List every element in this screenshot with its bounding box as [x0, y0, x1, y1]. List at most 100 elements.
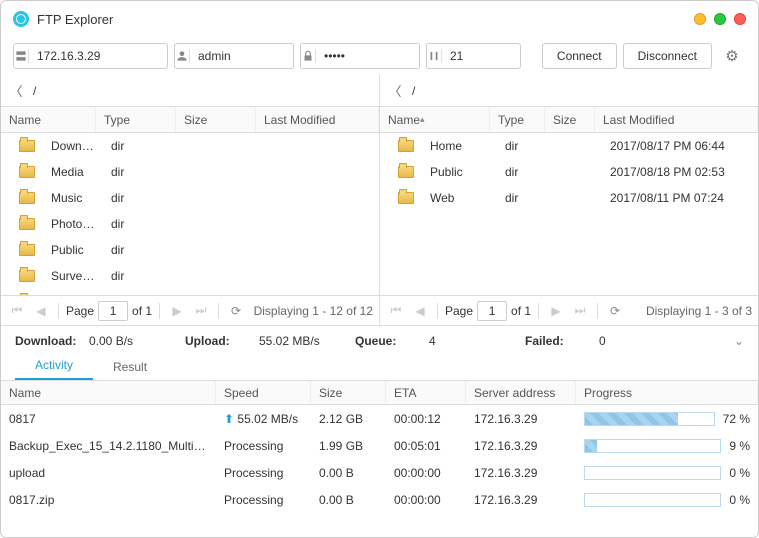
col-progress[interactable]: Progress [576, 381, 758, 404]
pager-page-input[interactable] [477, 301, 507, 321]
local-back-button[interactable]: 〈 [9, 81, 23, 100]
local-pager: ⏮ ◀ Page of 1 ▶ ⏭ ⟳ Displaying 1 - 12 of… [1, 295, 379, 325]
folder-icon [19, 218, 35, 230]
remote-back-button[interactable]: 〈 [388, 81, 402, 100]
col-server[interactable]: Server address [466, 381, 576, 404]
tab-result[interactable]: Result [93, 354, 167, 380]
transfer-eta: 00:00:00 [386, 466, 466, 480]
pager-first-icon[interactable]: ⏮ [386, 301, 406, 321]
user-icon [175, 49, 190, 63]
progress-pct: 9 % [729, 439, 750, 453]
col-size[interactable]: Size [311, 381, 386, 404]
minimize-button[interactable] [694, 13, 706, 25]
transfer-columns: Name Speed Size ETA Server address Progr… [1, 381, 758, 405]
connect-button[interactable]: Connect [542, 43, 617, 69]
pager-display: Displaying 1 - 3 of 3 [646, 304, 752, 318]
password-field[interactable] [300, 43, 420, 69]
file-name: PhotoGalle… [43, 217, 103, 231]
transfer-server: 172.16.3.29 [466, 466, 576, 480]
folder-icon [19, 270, 35, 282]
file-name: Media [43, 165, 103, 179]
pager-last-icon[interactable]: ⏭ [570, 301, 590, 321]
transfer-tabs: Activity Result [1, 355, 758, 381]
pager-last-icon[interactable]: ⏭ [191, 301, 211, 321]
transfer-speed: Processing [216, 466, 311, 480]
close-button[interactable] [734, 13, 746, 25]
transfer-row[interactable]: Backup_Exec_15_14.2.1180_MultiPlatf… Pro… [1, 432, 758, 459]
pager-page-label: Page [445, 304, 473, 318]
transfer-name: upload [1, 466, 216, 480]
file-panes: 〈 / Name Type Size Last Modified Downloa… [1, 75, 758, 325]
folder-icon [398, 140, 414, 152]
pager-prev-icon[interactable]: ◀ [31, 301, 51, 321]
file-row[interactable]: PhotoGalle… dir [1, 211, 379, 237]
disconnect-button[interactable]: Disconnect [623, 43, 712, 69]
transfer-eta: 00:00:00 [386, 493, 466, 507]
folder-icon [19, 140, 35, 152]
file-name: Public [43, 243, 103, 257]
host-field[interactable] [13, 43, 168, 69]
collapse-icon[interactable]: ⌄ [734, 334, 744, 348]
refresh-icon[interactable]: ⟳ [226, 301, 246, 321]
user-field[interactable] [174, 43, 294, 69]
local-file-list: Download dir Media dir Music dir PhotoGa… [1, 133, 379, 295]
pager-page-input[interactable] [98, 301, 128, 321]
file-row[interactable]: Download dir [1, 133, 379, 159]
app-icon [13, 11, 29, 27]
download-label: Download: [15, 334, 83, 348]
file-row[interactable]: Public dir [1, 237, 379, 263]
transfer-progress: 0 % [576, 493, 758, 507]
queue-value: 4 [429, 334, 519, 348]
file-row[interactable]: Surveillance dir [1, 263, 379, 289]
col-name[interactable]: Name [1, 107, 96, 132]
col-size[interactable]: Size [545, 107, 595, 132]
folder-icon [19, 192, 35, 204]
folder-icon [19, 166, 35, 178]
col-name[interactable]: Name [1, 381, 216, 404]
window-controls [694, 13, 746, 25]
col-speed[interactable]: Speed [216, 381, 311, 404]
col-modified[interactable]: Last Modified [256, 107, 379, 132]
transfer-size: 2.12 GB [311, 412, 386, 426]
refresh-icon[interactable]: ⟳ [605, 301, 625, 321]
transfer-name: Backup_Exec_15_14.2.1180_MultiPlatf… [1, 439, 216, 453]
settings-button[interactable]: ⚙ [718, 47, 746, 65]
port-field[interactable] [426, 43, 521, 69]
col-type[interactable]: Type [490, 107, 545, 132]
file-type: dir [497, 139, 552, 153]
pager-first-icon[interactable]: ⏮ [7, 301, 27, 321]
tab-activity[interactable]: Activity [15, 352, 93, 380]
transfer-progress: 0 % [576, 466, 758, 480]
maximize-button[interactable] [714, 13, 726, 25]
failed-label: Failed: [525, 334, 593, 348]
file-type: dir [103, 243, 183, 257]
file-name: Surveillance [43, 269, 103, 283]
transfer-eta: 00:05:01 [386, 439, 466, 453]
transfer-speed: Processing [216, 439, 311, 453]
col-size[interactable]: Size [176, 107, 256, 132]
col-type[interactable]: Type [96, 107, 176, 132]
transfer-name: 0817.zip [1, 493, 216, 507]
transfer-row[interactable]: 0817 ⬆ 55.02 MB/s 2.12 GB 00:00:12 172.1… [1, 405, 758, 432]
file-name: Public [422, 165, 497, 179]
pager-prev-icon[interactable]: ◀ [410, 301, 430, 321]
progress-bar [584, 466, 721, 480]
transfer-row[interactable]: upload Processing 0.00 B 00:00:00 172.16… [1, 459, 758, 486]
col-eta[interactable]: ETA [386, 381, 466, 404]
upload-label: Upload: [185, 334, 253, 348]
file-row[interactable]: Web dir 2017/08/11 PM 07:24 [380, 185, 758, 211]
app-title: FTP Explorer [37, 12, 113, 27]
file-row[interactable]: Media dir [1, 159, 379, 185]
file-row[interactable]: Music dir [1, 185, 379, 211]
file-row[interactable]: Home dir 2017/08/17 PM 06:44 [380, 133, 758, 159]
file-modified: 2017/08/18 PM 02:53 [602, 165, 758, 179]
transfer-name: 0817 [1, 412, 216, 426]
pager-next-icon[interactable]: ▶ [167, 301, 187, 321]
pager-next-icon[interactable]: ▶ [546, 301, 566, 321]
col-modified[interactable]: Last Modified [595, 107, 758, 132]
transfer-row[interactable]: 0817.zip Processing 0.00 B 00:00:00 172.… [1, 486, 758, 513]
col-name[interactable]: Name [380, 107, 490, 132]
file-type: dir [103, 165, 183, 179]
file-row[interactable]: Public dir 2017/08/18 PM 02:53 [380, 159, 758, 185]
pager-page-label: Page [66, 304, 94, 318]
